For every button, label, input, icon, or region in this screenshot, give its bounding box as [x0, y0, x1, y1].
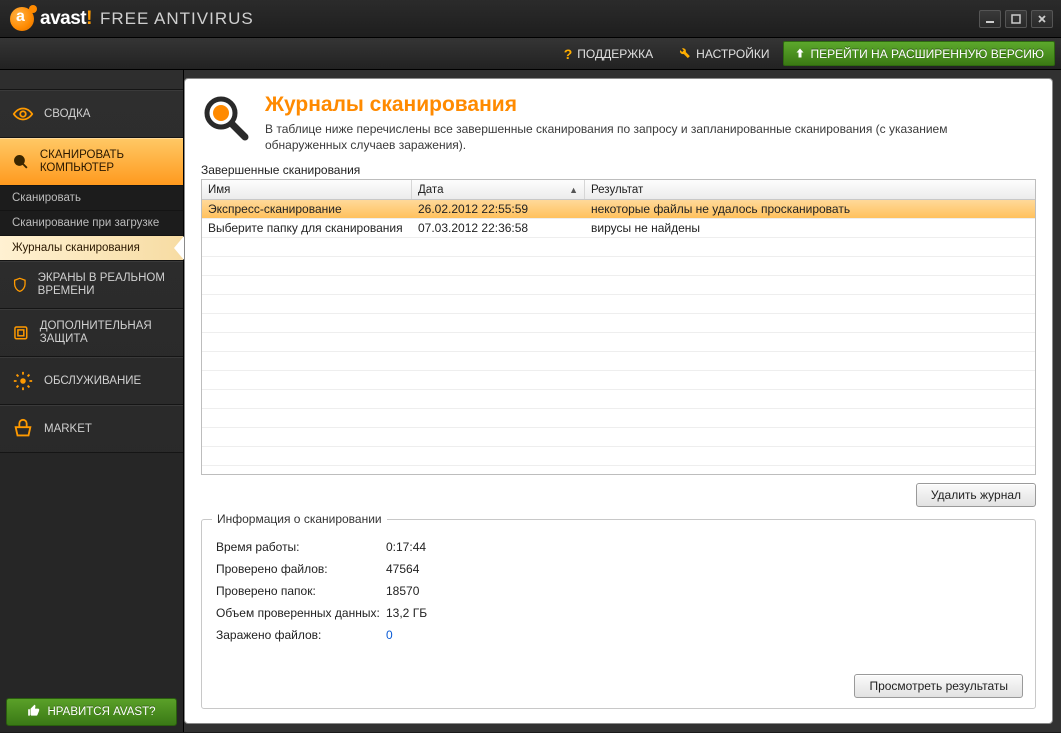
sidebar-item-shields[interactable]: ЭКРАНЫ В РЕАЛЬНОМ ВРЕМЕНИ — [0, 261, 183, 309]
basket-icon — [12, 418, 34, 440]
sidebar-item-maintenance[interactable]: ОБСЛУЖИВАНИЕ — [0, 357, 183, 405]
runtime-value: 0:17:44 — [386, 540, 616, 554]
data-value: 13,2 ГБ — [386, 606, 616, 620]
page-title: Журналы сканирования — [265, 93, 985, 117]
page-magnifier-icon — [201, 93, 251, 143]
settings-label: НАСТРОЙКИ — [696, 47, 769, 61]
folders-value: 18570 — [386, 584, 616, 598]
sidebar-item-label: ДОПОЛНИТЕЛЬНАЯ ЗАЩИТА — [40, 320, 171, 346]
magnifier-icon — [12, 151, 30, 173]
info-legend: Информация о сканировании — [212, 512, 387, 526]
sidebar-item-label: ОБСЛУЖИВАНИЕ — [44, 375, 141, 387]
sort-asc-icon: ▲ — [569, 185, 578, 195]
sidebar-item-label: MARKET — [44, 423, 92, 435]
page-description: В таблице ниже перечислены все завершенн… — [265, 121, 985, 153]
col-result[interactable]: Результат — [585, 180, 1035, 199]
logo-ball-icon — [10, 7, 34, 31]
sidebar-item-label: СВОДКА — [44, 108, 90, 120]
main-panel: Журналы сканирования В таблице ниже пере… — [184, 78, 1053, 724]
scans-table: Имя Дата▲ Результат Экспресс-сканировани… — [201, 179, 1036, 475]
table-header: Имя Дата▲ Результат — [202, 180, 1035, 200]
settings-button[interactable]: НАСТРОЙКИ — [666, 41, 780, 66]
thumbs-up-icon — [27, 704, 41, 721]
support-label: ПОДДЕРЖКА — [577, 47, 653, 61]
sidebar-item-scan[interactable]: СКАНИРОВАТЬ КОМПЬЮТЕР — [0, 138, 183, 186]
infected-value: 0 — [386, 628, 616, 642]
arrow-up-icon — [794, 46, 806, 62]
files-label: Проверено файлов: — [216, 562, 386, 576]
maximize-button[interactable] — [1005, 10, 1027, 28]
sidebar-item-label: СКАНИРОВАТЬ КОМПЬЮТЕР — [40, 149, 171, 175]
sidebar-item-summary[interactable]: СВОДКА — [0, 90, 183, 138]
col-name[interactable]: Имя — [202, 180, 412, 199]
cell-date: 26.02.2012 22:55:59 — [412, 202, 585, 216]
support-button[interactable]: ? ПОДДЕРЖКА — [553, 41, 664, 66]
wrench-icon — [677, 45, 691, 62]
window-controls — [979, 10, 1053, 28]
sidebar-sub-scan-logs[interactable]: Журналы сканирования — [0, 236, 183, 261]
sidebar-sub-boot-scan[interactable]: Сканирование при загрузке — [0, 211, 183, 236]
close-button[interactable] — [1031, 10, 1053, 28]
sidebar-item-extra[interactable]: ДОПОЛНИТЕЛЬНАЯ ЗАЩИТА — [0, 309, 183, 357]
edition-text: FREE ANTIVIRUS — [100, 9, 254, 29]
question-icon: ? — [564, 46, 573, 62]
upgrade-label: ПЕРЕЙТИ НА РАСШИРЕННУЮ ВЕРСИЮ — [811, 47, 1045, 61]
shield-icon — [12, 274, 28, 296]
view-results-button[interactable]: Просмотреть результаты — [854, 674, 1023, 698]
titlebar: avast! FREE ANTIVIRUS — [0, 0, 1061, 38]
gear-icon — [12, 370, 34, 392]
cell-result: вирусы не найдены — [585, 221, 1035, 235]
cell-name: Выберите папку для сканирования — [202, 221, 412, 235]
cell-result: некоторые файлы не удалось просканироват… — [585, 202, 1035, 216]
like-label: НРАВИТСЯ AVAST? — [47, 706, 155, 718]
brand-text: avast! — [40, 8, 92, 30]
files-value: 47564 — [386, 562, 616, 576]
cell-date: 07.03.2012 22:36:58 — [412, 221, 585, 235]
folders-label: Проверено папок: — [216, 584, 386, 598]
infected-label: Заражено файлов: — [216, 628, 386, 642]
table-row[interactable]: Выберите папку для сканирования 07.03.20… — [202, 219, 1035, 238]
eye-icon — [12, 103, 34, 125]
app-logo: avast! FREE ANTIVIRUS — [10, 7, 254, 31]
cell-name: Экспресс-сканирование — [202, 202, 412, 216]
minimize-button[interactable] — [979, 10, 1001, 28]
sidebar: СВОДКА СКАНИРОВАТЬ КОМПЬЮТЕР Сканировать… — [0, 70, 184, 732]
col-date[interactable]: Дата▲ — [412, 180, 585, 199]
sidebar-item-market[interactable]: MARKET — [0, 405, 183, 453]
menubar: ? ПОДДЕРЖКА НАСТРОЙКИ ПЕРЕЙТИ НА РАСШИРЕН… — [0, 38, 1061, 70]
table-group-label: Завершенные сканирования — [201, 163, 1036, 177]
upgrade-button[interactable]: ПЕРЕЙТИ НА РАСШИРЕННУЮ ВЕРСИЮ — [783, 41, 1056, 66]
square-icon — [12, 322, 30, 344]
delete-log-button[interactable]: Удалить журнал — [916, 483, 1036, 507]
data-label: Объем проверенных данных: — [216, 606, 386, 620]
runtime-label: Время работы: — [216, 540, 386, 554]
sidebar-sub-scan-now[interactable]: Сканировать — [0, 186, 183, 211]
like-avast-button[interactable]: НРАВИТСЯ AVAST? — [6, 698, 177, 726]
table-row[interactable]: Экспресс-сканирование 26.02.2012 22:55:5… — [202, 200, 1035, 219]
table-body[interactable]: Экспресс-сканирование 26.02.2012 22:55:5… — [202, 200, 1035, 474]
scan-info-box: Информация о сканировании Время работы:0… — [201, 519, 1036, 709]
sidebar-item-label: ЭКРАНЫ В РЕАЛЬНОМ ВРЕМЕНИ — [38, 272, 171, 298]
